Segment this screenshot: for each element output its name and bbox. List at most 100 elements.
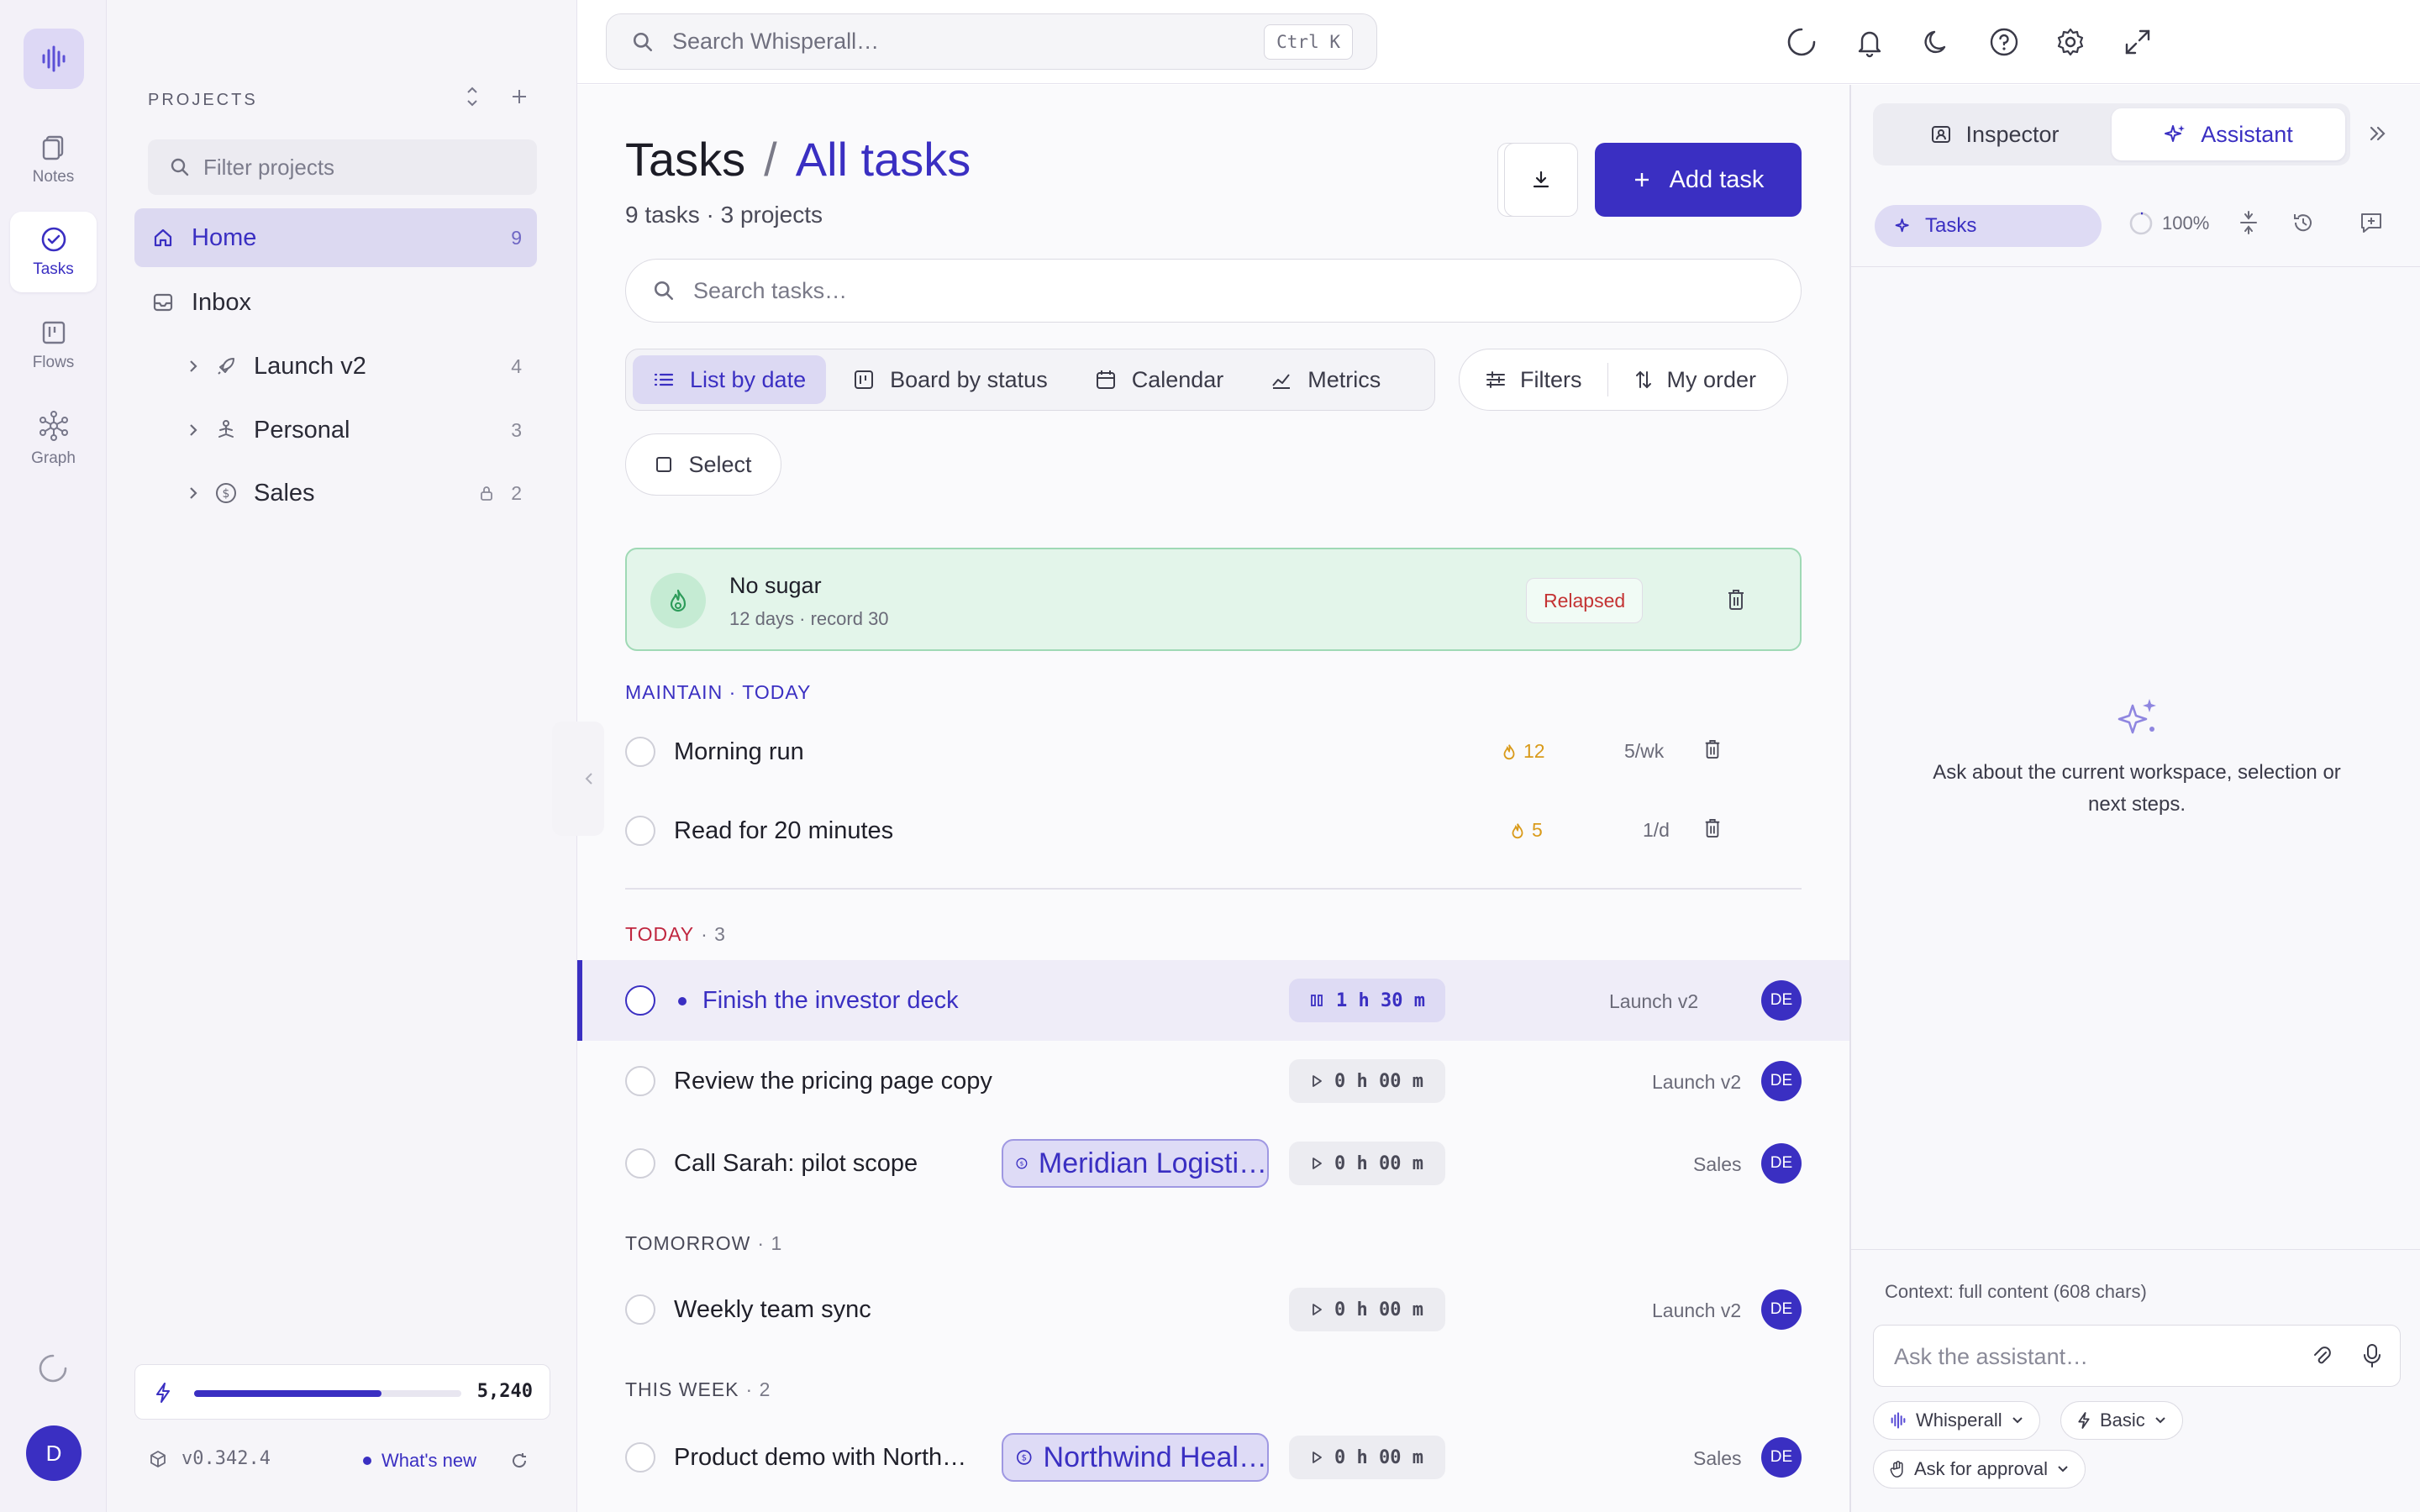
task-checkbox[interactable] [625, 985, 655, 1016]
model-select[interactable]: Whisperall [1873, 1401, 2040, 1440]
habit-checkbox[interactable] [625, 816, 655, 846]
sidebar-item-personal[interactable]: Personal 3 [134, 401, 537, 459]
task-checkbox[interactable] [625, 1148, 655, 1179]
assignee-avatar[interactable]: DE [1761, 1061, 1802, 1101]
chevron-right-icon[interactable] [187, 422, 200, 438]
moon-icon[interactable] [1920, 25, 1954, 59]
bell-icon[interactable] [1853, 25, 1886, 59]
assignee-avatar[interactable]: DE [1761, 1437, 1802, 1478]
task-row[interactable]: Weekly team sync 0 h 00 m Launch v2 DE [577, 1269, 1849, 1350]
history-icon[interactable] [2291, 211, 2315, 234]
whats-new-link[interactable]: What's new [363, 1450, 476, 1472]
trash-icon[interactable] [1703, 817, 1722, 839]
rail-notes[interactable]: Notes [10, 119, 97, 200]
task-row[interactable]: Finish the investor deck 1 h 30 m Launch… [577, 960, 1849, 1041]
scope-chip[interactable]: Tasks [1875, 205, 2102, 247]
graph-icon [39, 411, 68, 441]
task-search-input[interactable]: Search tasks… [625, 259, 1802, 323]
approval-select[interactable]: Ask for approval [1873, 1450, 2086, 1488]
tab-metrics[interactable]: Metrics [1250, 355, 1401, 404]
task-checkbox[interactable] [625, 1066, 655, 1096]
trash-icon[interactable] [1726, 588, 1746, 612]
assignee-avatar[interactable]: DE [1761, 1289, 1802, 1330]
select-button[interactable]: Select [625, 433, 781, 496]
timer-button[interactable]: 0 h 00 m [1289, 1142, 1445, 1185]
contact-tag[interactable]: $ Northwind Heal… [1002, 1433, 1269, 1482]
add-project-icon[interactable] [510, 87, 529, 106]
plus-icon [1634, 173, 1649, 186]
sidebar-item-launch-v2[interactable]: Launch v2 4 [134, 337, 537, 396]
sidebar-item-sales[interactable]: $ Sales 2 [134, 464, 537, 522]
chevron-down-icon [2012, 1417, 2023, 1424]
tab-inspector[interactable]: Inspector [1878, 108, 2112, 160]
task-row[interactable]: Call Sarah: pilot scope $ Meridian Logis… [577, 1123, 1849, 1204]
sidebar-item-home[interactable]: Home 9 [134, 208, 537, 267]
breadcrumb-current[interactable]: All tasks [796, 132, 971, 186]
contact-tag[interactable]: $ Meridian Logisti… [1002, 1139, 1269, 1188]
expand-icon[interactable] [2121, 25, 2154, 59]
user-avatar[interactable]: D [26, 1425, 82, 1481]
timer-button[interactable]: 0 h 00 m [1289, 1436, 1445, 1479]
habit-title: Morning run [674, 738, 804, 765]
timer-button[interactable]: 0 h 00 m [1289, 1059, 1445, 1103]
assignee-avatar[interactable]: DE [1761, 980, 1802, 1021]
mode-select[interactable]: Basic [2060, 1401, 2183, 1440]
tab-board-by-status[interactable]: Board by status [833, 355, 1068, 404]
task-row[interactable]: Review the pricing page copy 0 h 00 m La… [577, 1041, 1849, 1121]
sort-order-button[interactable]: My order [1608, 349, 1782, 410]
task-project[interactable]: Launch v2 [1652, 1071, 1741, 1094]
task-project[interactable]: Launch v2 [1609, 990, 1698, 1013]
tab-list-by-date[interactable]: List by date [633, 355, 827, 404]
app-logo[interactable] [24, 29, 84, 89]
global-search-input[interactable]: Search Whisperall… Ctrl K [606, 13, 1377, 70]
habit-checkbox[interactable] [625, 737, 655, 767]
microphone-icon[interactable] [2361, 1342, 2383, 1369]
shortcut-badge: Ctrl K [1264, 24, 1353, 60]
timer-value: 0 h 00 m [1334, 1070, 1423, 1092]
assistant-input[interactable]: Ask the assistant… [1873, 1325, 2401, 1387]
add-task-button[interactable]: Add task [1595, 143, 1802, 217]
filter-projects-placeholder: Filter projects [203, 154, 335, 180]
export-button[interactable] [1504, 143, 1578, 217]
habit-card[interactable]: No sugar 12 days · record 30 Relapsed [625, 548, 1802, 651]
chevron-right-icon[interactable] [187, 485, 200, 501]
timer-button[interactable]: 1 h 30 m [1289, 979, 1445, 1022]
rail-graph[interactable]: Graph [10, 398, 97, 479]
habit-row[interactable]: Morning run 12 5/wk [577, 711, 1849, 792]
task-project[interactable]: Sales [1693, 1153, 1742, 1176]
help-icon[interactable] [1987, 25, 2021, 59]
refresh-icon[interactable] [510, 1452, 529, 1470]
contact-tag-label: Northwind Heal… [1043, 1441, 1267, 1473]
gear-icon[interactable] [2054, 25, 2087, 59]
sync-spinner-icon[interactable] [1785, 25, 1818, 59]
collapse-panel-icon[interactable] [2366, 122, 2390, 145]
rail-flows[interactable]: Flows [10, 305, 97, 386]
timer-button[interactable]: 0 h 00 m [1289, 1288, 1445, 1331]
filter-projects-input[interactable]: Filter projects [148, 139, 537, 195]
filters-button[interactable]: Filters [1460, 349, 1607, 410]
dollar-circle-icon: $ [1017, 1450, 1032, 1465]
tab-calendar[interactable]: Calendar [1075, 355, 1244, 404]
add-task-label: Add task [1669, 165, 1765, 193]
habit-row[interactable]: Read for 20 minutes 5 1/d [577, 789, 1849, 869]
sort-chevrons-icon[interactable] [464, 84, 481, 109]
rail-tasks[interactable]: Tasks [10, 212, 97, 292]
task-row[interactable]: Product demo with North… $ Northwind Hea… [577, 1417, 1849, 1498]
new-dot [363, 1457, 371, 1465]
trash-icon[interactable] [1703, 738, 1722, 760]
relapsed-button[interactable]: Relapsed [1526, 578, 1644, 623]
task-checkbox[interactable] [625, 1442, 655, 1473]
task-project[interactable]: Launch v2 [1652, 1299, 1741, 1322]
metrics-icon [1272, 374, 1291, 389]
task-project[interactable]: Sales [1693, 1447, 1742, 1470]
tab-label: List by date [690, 366, 807, 392]
task-checkbox[interactable] [625, 1294, 655, 1325]
sidebar-item-inbox[interactable]: Inbox [134, 273, 537, 332]
tomorrow-section-label: TOMORROW · 1 [625, 1232, 782, 1255]
new-chat-icon[interactable] [2359, 211, 2384, 234]
paperclip-icon[interactable] [2311, 1344, 2333, 1369]
tab-assistant[interactable]: Assistant [2112, 108, 2345, 160]
chevron-right-icon[interactable] [187, 358, 200, 375]
assignee-avatar[interactable]: DE [1761, 1143, 1802, 1184]
compress-icon[interactable] [2238, 211, 2260, 234]
